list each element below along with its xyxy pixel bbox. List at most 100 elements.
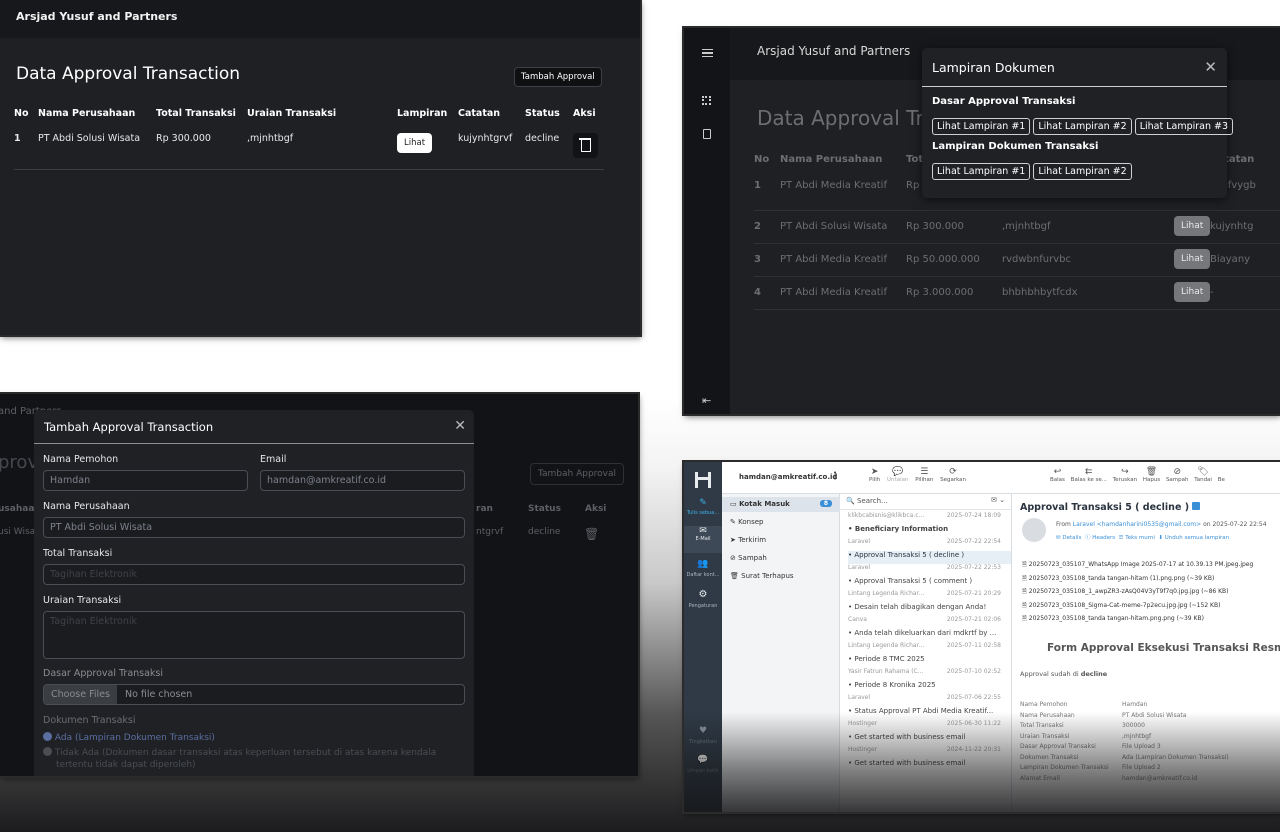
file-icon: 🗎 (1022, 574, 1027, 582)
message-list-item[interactable]: Lintang Legenda Richar... 2025-07-11 02:5… (848, 642, 1011, 655)
attachment-item[interactable]: 🗎 20250723_035108_Sigma-Cat-meme-7p2ecu.… (1022, 599, 1253, 613)
edit-icon[interactable] (1192, 502, 1201, 510)
page-title: Data Approval Tr (757, 106, 924, 130)
thread-icon: 💬 (892, 467, 904, 477)
bg-add-button: Tambah Approval (530, 463, 625, 485)
feedback-label[interactable]: Umpan balik (684, 768, 722, 774)
delete-icon[interactable] (573, 133, 598, 158)
message-list-item[interactable]: • Periode 8 Kronika 2025 (848, 681, 1011, 694)
add-approval-button[interactable]: Tambah Approval (514, 67, 602, 87)
folder-drafts[interactable]: ✎ Konsep (730, 518, 763, 526)
compose-label[interactable]: Tulis sebua... (684, 510, 722, 516)
close-icon[interactable]: ✕ (454, 418, 466, 434)
approval-table: No Nama Perusahaan Total Transaksi Uraia… (14, 108, 604, 170)
message-list-item[interactable]: • Anda telah dikeluarkan dari mdkrtf by … (848, 629, 1011, 642)
email-field[interactable]: hamdan@amkreatif.co.id (260, 470, 465, 491)
mark-button[interactable]: 🏷 Tandai (1194, 467, 1212, 483)
message-list-item[interactable]: • Status Approval PT Abdi Media Kreatif.… (848, 707, 1011, 720)
message-list-item[interactable]: • Approval Transaksi 5 ( comment ) (848, 577, 1011, 590)
view-attachment-button[interactable]: Lihat (1174, 282, 1211, 302)
requester-field[interactable]: Hamdan (43, 470, 248, 491)
account-menu-icon[interactable]: ⋮ (830, 471, 840, 482)
junk-folder-icon: ⊘ (730, 554, 736, 562)
view-doc-attachment-2-button[interactable]: Lihat Lampiran #2 (1033, 163, 1132, 180)
message-list-item[interactable]: Lintang Legenda Richar... 2025-07-21 20:2… (848, 590, 1011, 603)
company-field[interactable]: PT Abdi Solusi Wisata (43, 517, 465, 538)
search-input[interactable]: Search... (857, 497, 888, 505)
message-list-item[interactable]: • Desain telah dibagikan dengan Anda! (848, 603, 1011, 616)
view-attachment-button[interactable]: Lihat (1174, 216, 1211, 236)
refresh-button[interactable]: ⟳ Segarkan (940, 467, 966, 483)
folder-junk[interactable]: ⊘ Sampah (730, 554, 767, 562)
document-icon[interactable] (703, 129, 711, 139)
settings-label[interactable]: Pengaturan (684, 603, 722, 609)
thread-button[interactable]: 💬 Untaian (887, 467, 908, 483)
select-button[interactable]: ➤ Pilih (869, 467, 880, 483)
delete-button[interactable]: 🗑 Hapus (1143, 467, 1160, 483)
docs-radio-no[interactable]: Tidak Ada (Dokumen dasar transaksi atas … (43, 747, 463, 771)
dashboard-icon[interactable] (702, 96, 711, 105)
message-list-item[interactable]: Canva 2025-07-21 02:06 (848, 616, 1011, 629)
message-list-item[interactable]: Laravel 2025-07-06 22:55 (848, 694, 1011, 707)
view-basis-attachment-2-button[interactable]: Lihat Lampiran #2 (1033, 118, 1132, 135)
message-list-item[interactable]: Yasir Fatrun Rahama (C... 2025-07-10 02:5… (848, 668, 1011, 681)
docs-radio-yes[interactable]: Ada (Lampiran Dokumen Transaksi) (43, 732, 215, 743)
view-doc-attachment-1-button[interactable]: Lihat Lampiran #1 (932, 163, 1031, 180)
reply-all-button[interactable]: ⇇ Balas ke se... (1071, 467, 1107, 483)
message-list-item[interactable]: Hostinger 2024-11-22 20:31 (848, 746, 1011, 759)
menu-icon[interactable] (702, 49, 713, 57)
attachment-item[interactable]: 🗎 20250723_035108_1_awpZR3-zAsQ04V3yT9f7… (1022, 585, 1253, 599)
close-icon[interactable]: ✕ (1204, 58, 1217, 76)
contacts-icon[interactable]: 👥 (684, 559, 722, 569)
view-basis-attachment-3-button[interactable]: Lihat Lampiran #3 (1134, 118, 1234, 135)
junk-button[interactable]: ⊘ Sampah (1166, 467, 1189, 483)
logout-icon[interactable]: ⇤ (702, 394, 711, 407)
message-list-item[interactable]: Hostinger 2025-06-30 11:22 (848, 720, 1011, 733)
message-list-item[interactable]: Laravel 2025-07-22 22:54 (848, 538, 1011, 551)
mail-nav[interactable]: ✉ E-Mail (684, 526, 722, 553)
choose-files-button[interactable]: Choose Files (44, 685, 117, 704)
download-all-link[interactable]: ⬇ Unduh semua lampiran (1158, 535, 1229, 541)
desc-textarea[interactable]: Tagihan Elektronik (43, 611, 465, 659)
view-attachment-button[interactable]: Lihat (1174, 249, 1211, 269)
detail-key: Nama Pemohon (1020, 701, 1068, 708)
detail-key: Total Transaksi (1020, 722, 1064, 729)
message-list-item[interactable]: • Beneficiary Information (848, 525, 1011, 538)
account-label[interactable]: hamdan@amkreatif.co.id (739, 473, 837, 481)
upgrade-icon[interactable]: ♥ (684, 726, 722, 736)
options-button[interactable]: ☰ Pilihan (915, 467, 933, 483)
detail-value: Ada (Lampiran Dokumen Transaksi) (1122, 753, 1229, 761)
envelope-filter-icon[interactable]: ✉ ⌄ (991, 496, 1005, 504)
folder-trash[interactable]: 🗑 Surat Terhapus (730, 572, 794, 580)
upgrade-label[interactable]: Tingkatkan (684, 739, 722, 745)
mail-from-address[interactable]: Laravel <hamdanharini0535@gmail.com> (1073, 521, 1201, 528)
message-list-item[interactable]: • Periode 8 TMC 2025 (848, 655, 1011, 668)
reply-label: Balas (1050, 477, 1065, 483)
refresh-icon: ⟳ (949, 467, 957, 477)
more-button[interactable]: Be (1218, 467, 1225, 483)
forward-button[interactable]: ↪ Teruskan (1113, 467, 1137, 483)
basis-file-input[interactable]: Choose Files No file chosen (43, 684, 465, 705)
message-list-item[interactable]: • Approval Transaksi 5 ( decline ) (848, 551, 1011, 564)
headers-link[interactable]: ⓘ Headers (1085, 535, 1115, 541)
message-list-item[interactable]: • Get started with business email (848, 759, 1011, 772)
folder-inbox[interactable]: ▭ Kotak Masuk 8 (722, 497, 840, 512)
reply-button[interactable]: ↩ Balas (1050, 467, 1065, 483)
attachment-item[interactable]: 🗎 20250723_035108_tanda tangan-hitam (1)… (1022, 572, 1253, 586)
folder-list: ▭ Kotak Masuk 8 ✎ Konsep ➤ Terkirim ⊘ Sa… (722, 494, 840, 812)
feedback-icon[interactable]: 💬 (684, 755, 722, 765)
attachment-item[interactable]: 🗎 20250723_035108_tanda tangan-hitam.png… (1022, 612, 1253, 626)
message-list-item[interactable]: Laravel 2025-07-22 22:53 (848, 564, 1011, 577)
total-field[interactable]: Tagihan Elektronik (43, 564, 465, 585)
settings-icon[interactable]: ⚙ (684, 589, 722, 600)
view-basis-attachment-1-button[interactable]: Lihat Lampiran #1 (932, 118, 1031, 135)
details-link[interactable]: ✉ Details (1056, 535, 1081, 541)
compose-icon[interactable]: ✎ (684, 498, 722, 508)
plaintext-link[interactable]: ☰ Teks murni (1119, 535, 1155, 541)
message-list-item[interactable]: klikbcabisnis@klikbca.c... 2025-07-24 18:… (848, 512, 1011, 525)
contacts-label[interactable]: Daftar kont... (684, 572, 722, 578)
folder-sent[interactable]: ➤ Terkirim (730, 536, 766, 544)
attachment-item[interactable]: 🗎 20250723_035107_WhatsApp Image 2025-07… (1022, 558, 1253, 572)
message-list-item[interactable]: • Get started with business email (848, 733, 1011, 746)
view-attachment-button[interactable]: Lihat (397, 133, 433, 153)
